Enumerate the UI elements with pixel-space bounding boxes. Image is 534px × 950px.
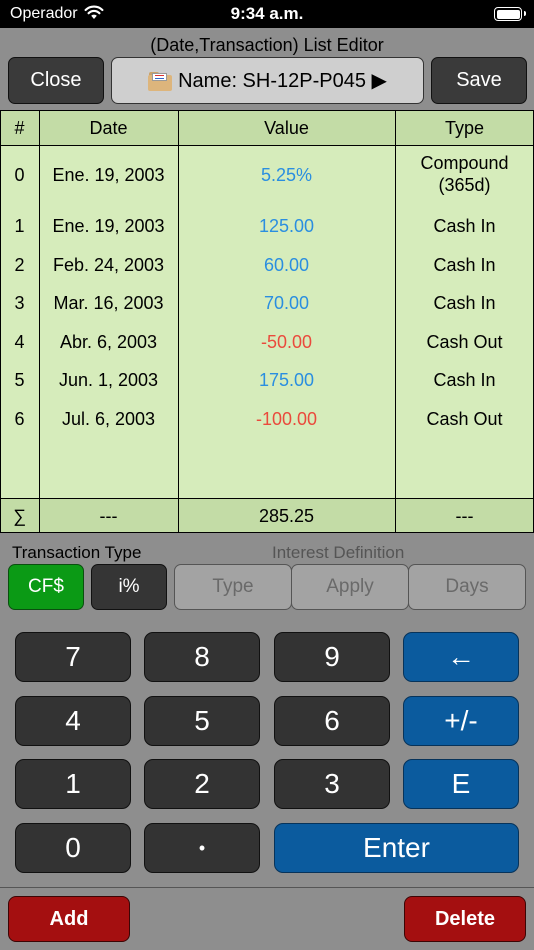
interest-days-button[interactable]: Days [408, 564, 526, 610]
row-value: 60.00 [263, 254, 310, 275]
row-value: -100.00 [255, 408, 318, 429]
transaction-type-label: Transaction Type [12, 543, 142, 562]
cash-flow-button[interactable]: CF$ [8, 564, 84, 610]
sign-toggle-key[interactable]: +/- [403, 696, 519, 746]
row-type: Cash Out [426, 408, 503, 429]
row-index: 5 [14, 369, 25, 390]
row-index: 6 [14, 408, 25, 429]
add-button[interactable]: Add [8, 896, 130, 942]
folder-icon [148, 71, 173, 91]
interest-type-button[interactable]: Type [174, 564, 292, 610]
row-type: Cash In [433, 254, 496, 275]
sum-date: --- [99, 505, 118, 526]
row-index: 0 [14, 164, 25, 185]
row-date: Jun. 1, 2003 [58, 369, 159, 390]
row-value: 70.00 [263, 292, 310, 313]
row-date: Ene. 19, 2003 [52, 164, 165, 185]
sum-value: 285.25 [258, 505, 315, 526]
interest-percent-button[interactable]: i% [91, 564, 167, 610]
enter-key[interactable]: Enter [274, 823, 519, 873]
name-button[interactable]: Name: SH-12P-P045 ▶ [111, 57, 424, 104]
interest-apply-button[interactable]: Apply [291, 564, 409, 610]
save-button[interactable]: Save [431, 57, 527, 104]
transaction-table: # Date Value Type 0 Ene. 19, 2003 5.25% … [0, 110, 534, 533]
divider [0, 887, 534, 888]
row-type: Compound (365d) [420, 153, 509, 195]
key-2[interactable]: 2 [144, 759, 260, 809]
key-3[interactable]: 3 [274, 759, 390, 809]
row-value: 125.00 [258, 215, 315, 236]
row-date: Feb. 24, 2003 [52, 254, 165, 275]
key-0[interactable]: 0 [15, 823, 131, 873]
row-date: Ene. 19, 2003 [52, 215, 165, 236]
key-8[interactable]: 8 [144, 632, 260, 682]
row-value: -50.00 [260, 331, 313, 352]
row-type: Cash In [433, 215, 496, 236]
row-type: Cash Out [426, 331, 503, 352]
row-date: Mar. 16, 2003 [53, 292, 164, 313]
row-index: 4 [14, 331, 25, 352]
exponent-key[interactable]: E [403, 759, 519, 809]
key-1[interactable]: 1 [15, 759, 131, 809]
row-index: 3 [14, 292, 25, 313]
row-date: Jul. 6, 2003 [61, 408, 156, 429]
editor-title: (Date,Transaction) List Editor [150, 35, 384, 55]
row-value: 175.00 [258, 369, 315, 390]
row-type: Cash In [433, 292, 496, 313]
sum-type: --- [455, 505, 474, 526]
clock: 9:34 a.m. [230, 4, 304, 23]
key-6[interactable]: 6 [274, 696, 390, 746]
row-index: 2 [14, 254, 25, 275]
row-value: 5.25% [260, 164, 313, 185]
delete-button[interactable]: Delete [404, 896, 526, 942]
interest-definition-label: Interest Definition [272, 543, 405, 562]
decimal-point-key[interactable]: • [144, 823, 260, 873]
backspace-key[interactable]: ← [403, 632, 519, 682]
row-type: Cash In [433, 369, 496, 390]
column-header-date: Date [89, 117, 128, 138]
close-button[interactable]: Close [8, 57, 104, 104]
column-header-value: Value [264, 117, 309, 138]
column-header-index: # [14, 117, 25, 138]
sum-symbol: ∑ [13, 505, 26, 526]
battery-icon [494, 7, 526, 21]
key-4[interactable]: 4 [15, 696, 131, 746]
row-date: Abr. 6, 2003 [59, 331, 158, 352]
row-index: 1 [14, 215, 25, 236]
key-9[interactable]: 9 [274, 632, 390, 682]
status-bar: Operador 9:34 a.m. [0, 0, 534, 28]
column-header-type: Type [444, 117, 485, 138]
key-7[interactable]: 7 [15, 632, 131, 682]
key-5[interactable]: 5 [144, 696, 260, 746]
name-label: Name: SH-12P-P045 ▶ [178, 70, 387, 92]
